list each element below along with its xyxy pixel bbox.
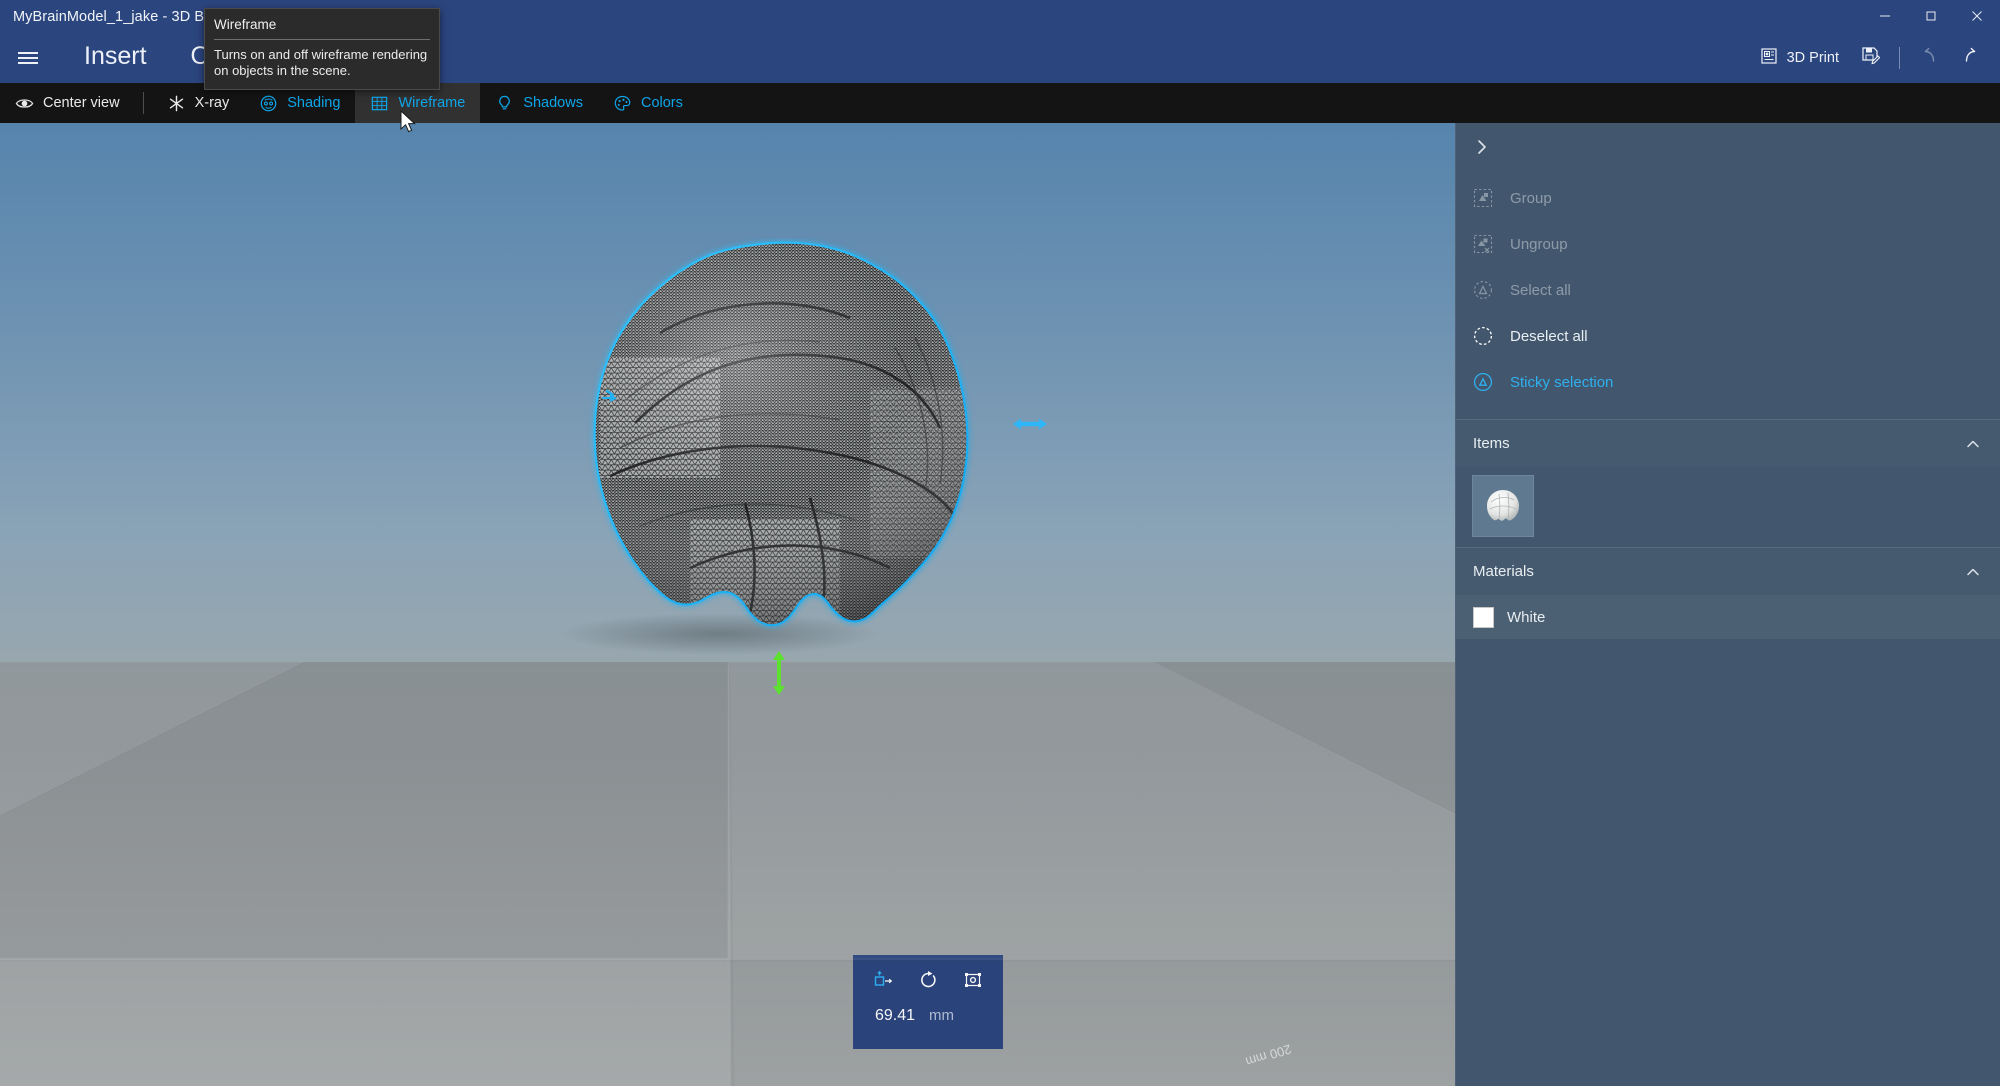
material-item-white-label: White (1507, 608, 1546, 626)
material-item-white[interactable]: White (1456, 595, 2000, 639)
tool-center-view-label: Center view (43, 95, 120, 111)
sidebar-item-deselect-all[interactable]: Deselect all (1456, 313, 2000, 359)
items-section-header[interactable]: Items (1456, 419, 2000, 467)
sidebar-item-select-all[interactable]: Select all (1456, 267, 2000, 313)
close-icon (1972, 11, 1982, 21)
tool-wireframe-label: Wireframe (398, 95, 466, 111)
redo-icon (1961, 46, 1981, 70)
command-separator (1899, 46, 1900, 69)
double-arrow-horizontal-icon (1013, 418, 1047, 430)
tooltip-body: Turns on and off wireframe rendering on … (214, 47, 428, 79)
sidebar-item-sticky-selection[interactable]: Sticky selection (1456, 359, 2000, 405)
brain-wireframe-svg (593, 241, 969, 627)
scale-icon (964, 973, 981, 987)
rotate-handle-small[interactable] (600, 388, 626, 409)
tool-colors-label: Colors (640, 95, 683, 111)
app-window: MyBrainModel_1_jake - 3D Builder Insert … (0, 0, 2000, 1086)
tool-xray-label: X-ray (194, 95, 230, 111)
sidebar-item-deselect-all-label: Deselect all (1510, 327, 1588, 345)
undo-icon (1919, 46, 1939, 70)
sticky-selection-icon (1472, 371, 1494, 393)
brain-model-thumbnail[interactable] (1472, 475, 1534, 537)
move-object-icon (875, 970, 893, 986)
measure-value: 69.41 (875, 1007, 916, 1024)
sidebar-item-select-all-label: Select all (1510, 281, 1571, 299)
hamburger-icon (18, 52, 38, 64)
brain-model[interactable] (540, 238, 1010, 638)
wireframe-tooltip: Wireframe Turns on and off wireframe ren… (204, 8, 440, 90)
print-3d-button[interactable]: 3D Print (1749, 38, 1850, 77)
maximize-icon (1926, 11, 1936, 21)
chevron-up-icon (1964, 435, 1982, 453)
move-y-arrow[interactable] (770, 650, 788, 701)
transform-panel: 69.41 mm (853, 955, 1003, 1049)
minimize-icon (1880, 15, 1890, 17)
group-icon (1472, 187, 1494, 209)
close-button[interactable] (1954, 0, 2000, 32)
material-color-swatch (1473, 606, 1494, 628)
sidebar-item-sticky-selection-label: Sticky selection (1510, 373, 1614, 391)
items-thumbnail-row (1456, 467, 2000, 547)
minimize-button[interactable] (1862, 0, 1908, 32)
redo-button[interactable] (1950, 38, 1992, 77)
sidebar-item-ungroup[interactable]: Ungroup (1456, 221, 2000, 267)
deselect-all-icon (1472, 325, 1494, 347)
brain-thumbnail-icon (1487, 490, 1519, 521)
brain-mesh-body (595, 243, 967, 625)
double-arrow-vertical-icon (773, 651, 785, 695)
save-edit-icon (1861, 46, 1881, 69)
print-3d-label: 3D Print (1786, 49, 1839, 66)
asterisk-icon (167, 94, 186, 113)
menu-item-insert[interactable]: Insert (62, 40, 169, 76)
materials-section-header[interactable]: Materials (1456, 547, 2000, 595)
sidebar-item-group[interactable]: Group (1456, 175, 2000, 221)
menu-button[interactable] (8, 38, 48, 77)
toolbar-separator (142, 92, 144, 114)
sidebar-item-ungroup-label: Ungroup (1510, 235, 1568, 253)
chevron-up-icon (1964, 563, 1982, 581)
tool-shading-label: Shading (287, 95, 341, 111)
eye-icon (15, 94, 34, 113)
measure-unit: mm (929, 1007, 955, 1024)
save-button[interactable] (1850, 38, 1891, 77)
rotate-icon (921, 971, 936, 988)
window-controls (1862, 0, 2000, 32)
right-sidebar: Group Ungroup Select all Deselect all St… (1455, 123, 2000, 1086)
wireframe-grid-icon (370, 94, 389, 113)
items-section-title: Items (1473, 435, 1510, 452)
chevron-right-icon (1473, 138, 1491, 161)
scale-x-arrow[interactable] (1012, 415, 1048, 438)
viewport-3d[interactable]: 200 mm 200 mm (0, 123, 1455, 1086)
tooltip-title: Wireframe (214, 17, 277, 32)
move-tool[interactable] (866, 963, 900, 997)
undo-button[interactable] (1908, 38, 1950, 77)
sidebar-actions: Group Ungroup Select all Deselect all St… (1456, 175, 2000, 419)
sidebar-item-group-label: Group (1510, 189, 1552, 207)
select-all-icon (1472, 279, 1494, 301)
palette-icon (613, 94, 632, 113)
measure-readout: 69.41 mm (853, 1005, 1003, 1025)
tool-center-view[interactable]: Center view (0, 83, 135, 123)
top-right-commands: 3D Print (1749, 32, 1992, 83)
tool-colors[interactable]: Colors (598, 83, 698, 123)
scale-tool[interactable] (956, 963, 990, 997)
lightbulb-icon (495, 94, 514, 113)
tool-shadows[interactable]: Shadows (480, 83, 598, 123)
sidebar-expand-button[interactable] (1456, 123, 2000, 175)
ungroup-icon (1472, 233, 1494, 255)
rotate-tool[interactable] (911, 963, 945, 997)
transform-tool-row (853, 955, 1003, 1005)
maximize-button[interactable] (1908, 0, 1954, 32)
shading-icon (259, 94, 278, 113)
tool-shadows-label: Shadows (523, 95, 583, 111)
printer-3d-icon (1760, 47, 1778, 69)
small-arrow-icon (602, 389, 617, 402)
materials-section-title: Materials (1473, 563, 1534, 580)
